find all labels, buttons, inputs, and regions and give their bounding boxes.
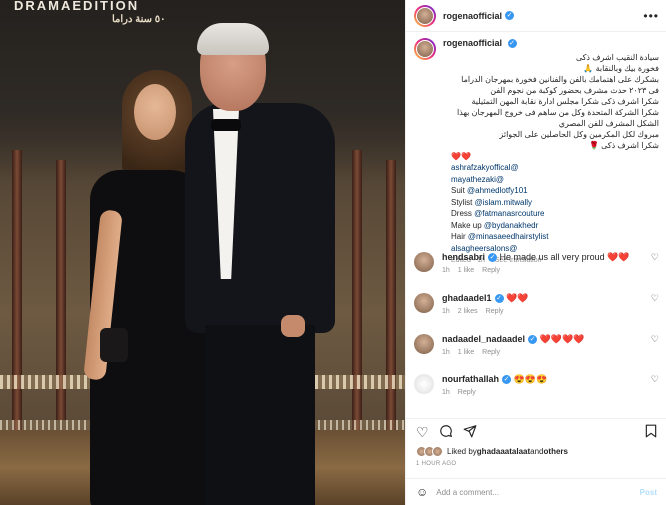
post-header: rogenaofficial ✓ ••• — [406, 0, 666, 32]
credit-line: Dress @fatmanasrcouture — [451, 209, 545, 218]
caption-line: فى ٢٠٢٣ حدث مشرف بحضور كوكبة من نجوم الف… — [490, 86, 659, 95]
liker-avatars — [416, 446, 443, 457]
author-username[interactable]: rogenaofficial — [443, 11, 502, 21]
likes-summary: Liked by ghadaaatalaat and others — [416, 446, 661, 457]
credit-line: Hair @minasaeedhairstylist — [451, 232, 549, 241]
banner-title: DRAMAEDITION — [14, 0, 140, 13]
comment-likes[interactable]: 1 like — [458, 349, 474, 356]
avatar[interactable] — [414, 374, 434, 394]
avatar[interactable] — [414, 334, 434, 354]
more-options-icon[interactable]: ••• — [643, 9, 659, 23]
add-comment-input[interactable]: Add a comment... — [436, 488, 639, 497]
comment-text: 😍😍😍 — [513, 374, 548, 384]
bookmark-icon[interactable] — [645, 424, 657, 440]
comment-username[interactable]: nadaadel_nadaadel — [442, 334, 525, 344]
comment-item: ghadaadel1 ✓ ❤️❤️ 1h 2 likes Reply ♡ — [414, 293, 659, 315]
comment-time: 1h — [442, 389, 450, 396]
comment-time: 1h — [442, 349, 450, 356]
verified-badge-icon: ✓ — [502, 375, 512, 385]
author-avatar-ring[interactable] — [414, 4, 436, 27]
verified-badge-icon: ✓ — [494, 294, 504, 304]
heart-icon[interactable]: ♡ — [416, 425, 429, 439]
reply-button[interactable]: Reply — [482, 267, 500, 274]
comment-like-heart-icon[interactable]: ♡ — [651, 252, 659, 263]
comment-icon[interactable] — [439, 424, 453, 440]
comment-like-heart-icon[interactable]: ♡ — [651, 334, 659, 345]
comment-item: hendsabri ✓ He made us all very proud ❤️❤… — [414, 252, 659, 274]
avatar[interactable] — [414, 293, 434, 313]
post-photo[interactable]: DRAMAEDITION ٥٠ سنة دراما — [0, 0, 405, 505]
comment-username[interactable]: nourfathallah — [442, 374, 499, 384]
avatar[interactable] — [414, 252, 434, 272]
caption-line: الشكل المشرف للفن المصري — [558, 119, 659, 128]
avatar — [417, 41, 433, 57]
credit-handle-link[interactable]: @ahmedlotfy101 — [467, 186, 528, 195]
post-side-panel: rogenaofficial ✓ ••• rogenaofficial ✓ سي… — [405, 0, 666, 505]
comment-text: ❤️❤️❤️❤️ — [539, 334, 585, 344]
share-icon[interactable] — [463, 424, 477, 440]
add-comment-bar: ☺ Add a comment... Post — [406, 478, 666, 505]
caption-line: ❤️❤️ — [451, 152, 471, 161]
comment-likes[interactable]: 1 like — [458, 267, 474, 274]
caption-tag-link[interactable]: ashrafzakyoffical@ — [414, 162, 659, 174]
comment-text: ❤️❤️ — [506, 293, 529, 303]
credit-handle-link[interactable]: @islam.mitwally — [475, 198, 532, 207]
credit-handle-link[interactable]: @bydanakhedr — [484, 221, 538, 230]
credit-handle-link[interactable]: @fatmanasrcouture — [474, 209, 544, 218]
post-actions-bar: ♡ — [406, 418, 666, 440]
comment-like-heart-icon[interactable]: ♡ — [651, 293, 659, 304]
verified-badge-icon: ✓ — [488, 253, 498, 263]
caption-line: فخورة بيك وبالنقابة 🙏 — [583, 64, 659, 73]
caption-line: مبروك لكل المكرمين وكل الحاصلين على الجو… — [499, 130, 659, 139]
comment-time: 1h — [442, 308, 450, 315]
emoji-icon[interactable]: ☺ — [416, 485, 428, 499]
caption-line: شكرا الشركة المتحدة وكل من ساهم فى خروج … — [457, 108, 659, 117]
comment-item: nadaadel_nadaadel ✓ ❤️❤️❤️❤️ 1h 1 like Repl… — [414, 334, 659, 356]
caption-line: شكرا اشرف ذكى 🌹 — [588, 141, 659, 150]
liker-username[interactable]: ghadaaatalaat — [477, 447, 530, 456]
likes-others-link[interactable]: others — [544, 447, 568, 456]
caption-line: سيادة النقيب اشرف ذكى — [575, 53, 659, 62]
man-figure — [185, 23, 345, 505]
verified-badge-icon: ✓ — [507, 39, 517, 49]
comment-item: nourfathallah ✓ 😍😍😍 1h Reply ♡ — [414, 374, 659, 396]
reply-button[interactable]: Reply — [458, 389, 476, 396]
post-timestamp[interactable]: 1 HOUR AGO — [416, 461, 456, 467]
credit-line: Stylist @islam.mitwally — [451, 197, 533, 207]
reply-button[interactable]: Reply — [486, 308, 504, 315]
comment-like-heart-icon[interactable]: ♡ — [651, 374, 659, 385]
caption-username[interactable]: rogenaofficial — [443, 38, 502, 48]
caption-line: بشكرك على اهتمامك بالفن والفنانين فخورة … — [461, 75, 659, 84]
post-button[interactable]: Post — [640, 488, 657, 497]
credit-line: Suit @ahmedlotfy101 — [451, 186, 528, 195]
verified-badge-icon: ✓ — [505, 11, 515, 20]
stage-pillar — [12, 150, 22, 440]
comment-username[interactable]: ghadaadel1 — [442, 293, 492, 303]
verified-badge-icon: ✓ — [528, 335, 538, 345]
post-caption: rogenaofficial ✓ سيادة النقيب اشرف ذكى ف… — [414, 38, 659, 264]
banner-subtitle: ٥٠ سنة دراما — [112, 14, 166, 25]
author-avatar-ring[interactable] — [414, 38, 436, 60]
stage-pillar — [352, 150, 362, 440]
comment-text: He made us all very proud ❤️❤️ — [499, 252, 630, 262]
avatar — [417, 7, 433, 24]
comment-likes[interactable]: 2 likes — [458, 308, 478, 315]
caption-line: شكرا اشرف ذكى شكرا مجلس ادارة نقابة المه… — [471, 97, 660, 106]
caption-tag-link[interactable]: mayathezaki@ — [414, 174, 659, 186]
stage-pillar — [386, 160, 396, 430]
comment-username[interactable]: hendsabri — [442, 252, 485, 262]
comment-time: 1h — [442, 267, 450, 274]
credit-handle-link[interactable]: @minasaeedhairstylist — [468, 232, 549, 241]
reply-button[interactable]: Reply — [482, 349, 500, 356]
credit-line: Make up @bydanakhedr — [451, 220, 539, 230]
